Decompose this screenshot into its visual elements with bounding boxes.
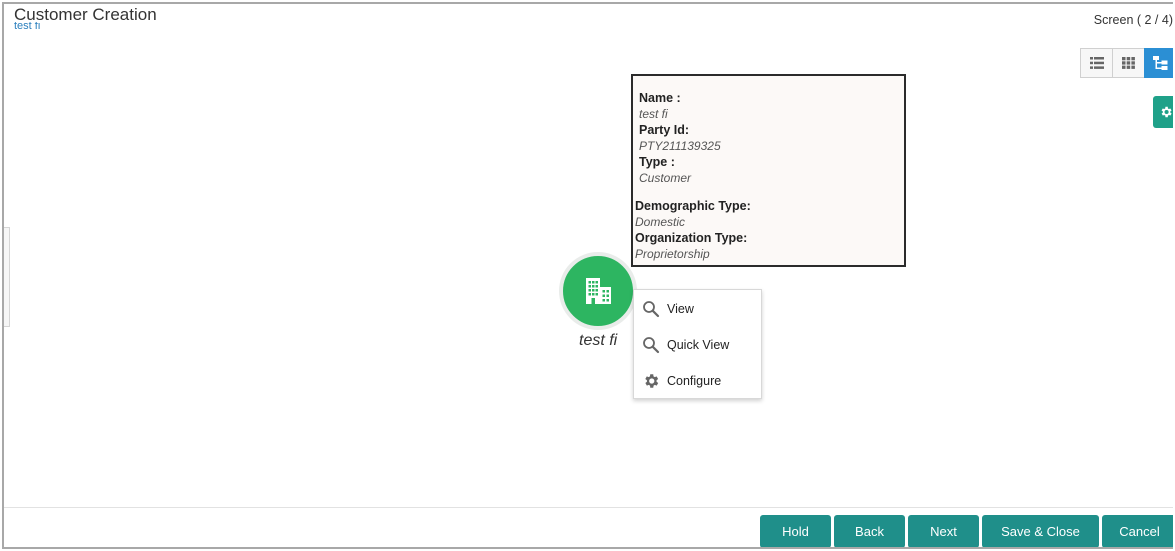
building-icon bbox=[586, 278, 611, 304]
list-view-icon bbox=[1089, 57, 1104, 69]
hierarchy-view-icon bbox=[1153, 55, 1168, 70]
back-button[interactable]: Back bbox=[834, 515, 905, 547]
cancel-button[interactable]: Cancel bbox=[1102, 515, 1173, 547]
next-button[interactable]: Next bbox=[908, 515, 979, 547]
customer-creation-window: Customer Creation test fi Screen ( 2 / 4… bbox=[2, 2, 1173, 549]
organization-type-label: Organization Type: bbox=[635, 231, 748, 245]
demographic-type-value: Domestic bbox=[635, 215, 686, 229]
screen-indicator: Screen ( 2 / 4) bbox=[1093, 13, 1173, 27]
name-value: test fi bbox=[639, 107, 668, 121]
footer-divider bbox=[4, 507, 1173, 508]
list-view-button[interactable] bbox=[1080, 48, 1113, 78]
menu-item-quick-view[interactable]: Quick View bbox=[634, 327, 761, 363]
page-subtitle: test fi bbox=[14, 22, 41, 31]
hierarchy-view-button[interactable] bbox=[1144, 48, 1173, 78]
menu-item-view-label: View bbox=[667, 302, 694, 316]
demographic-type-label: Demographic Type: bbox=[635, 199, 751, 213]
node-label: test fi bbox=[579, 332, 618, 349]
menu-item-configure-label: Configure bbox=[667, 374, 722, 388]
party-node[interactable] bbox=[559, 252, 637, 330]
search-icon bbox=[643, 301, 660, 318]
view-toggle-group bbox=[1080, 48, 1173, 78]
node-context-menu: View Quick View Configure bbox=[633, 289, 762, 399]
party-id-label: Party Id: bbox=[639, 123, 690, 137]
grid-view-button[interactable] bbox=[1112, 48, 1145, 78]
settings-button[interactable] bbox=[1153, 96, 1173, 128]
type-value: Customer bbox=[639, 171, 692, 185]
grid-view-icon bbox=[1122, 57, 1135, 69]
menu-item-view[interactable]: View bbox=[634, 291, 761, 327]
save-and-close-button[interactable]: Save & Close bbox=[982, 515, 1099, 547]
organization-type-value: Proprietorship bbox=[635, 247, 710, 261]
party-info-tooltip: Name : test fi Party Id: PTY211139325 Ty… bbox=[631, 74, 906, 267]
gear-icon bbox=[1161, 106, 1172, 118]
menu-item-configure[interactable]: Configure bbox=[634, 363, 761, 399]
menu-item-quick-view-label: Quick View bbox=[667, 338, 730, 352]
type-label: Type : bbox=[639, 155, 675, 169]
name-label: Name : bbox=[639, 91, 681, 105]
side-panel-handle[interactable] bbox=[4, 227, 10, 327]
gear-icon bbox=[645, 374, 659, 388]
party-id-value: PTY211139325 bbox=[639, 139, 721, 153]
hold-button[interactable]: Hold bbox=[760, 515, 831, 547]
search-icon bbox=[643, 337, 660, 354]
